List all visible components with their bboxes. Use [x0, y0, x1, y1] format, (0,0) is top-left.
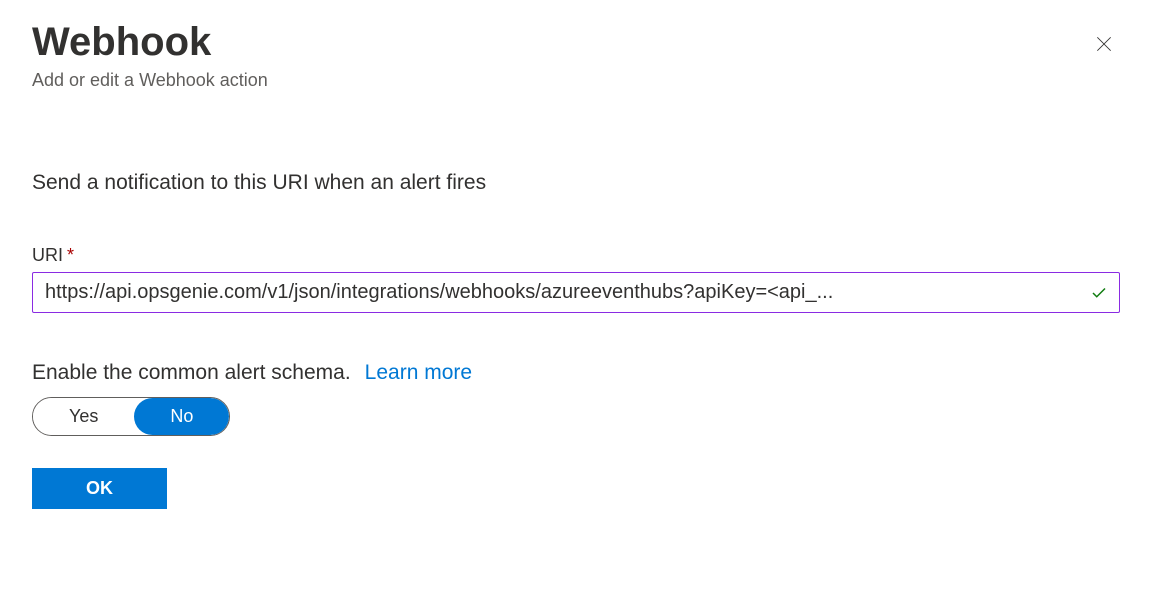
page-subtitle: Add or edit a Webhook action — [32, 70, 1120, 91]
toggle-yes[interactable]: Yes — [33, 398, 134, 435]
close-icon — [1094, 34, 1114, 54]
check-icon — [1090, 284, 1108, 302]
required-asterisk: * — [67, 245, 74, 266]
toggle-no[interactable]: No — [134, 398, 229, 435]
schema-toggle: Yes No — [32, 397, 230, 436]
schema-label: Enable the common alert schema. — [32, 361, 351, 385]
close-button[interactable] — [1088, 28, 1120, 60]
uri-label: URI * — [32, 245, 1120, 266]
uri-label-text: URI — [32, 245, 63, 266]
uri-input[interactable] — [32, 272, 1120, 313]
page-title: Webhook — [32, 20, 211, 64]
ok-button[interactable]: OK — [32, 468, 167, 509]
schema-label-row: Enable the common alert schema. Learn mo… — [32, 361, 1120, 385]
description-text: Send a notification to this URI when an … — [32, 171, 1120, 195]
uri-input-wrapper — [32, 272, 1120, 313]
learn-more-link[interactable]: Learn more — [365, 361, 472, 385]
